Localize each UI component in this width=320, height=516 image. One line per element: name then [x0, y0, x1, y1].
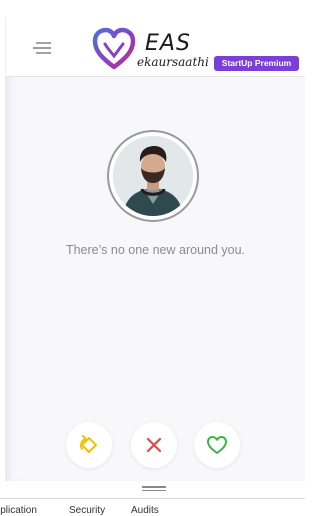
app-viewport: EAS ekaursaathi StartUp Premium There’s …	[5, 18, 305, 481]
logo-heart-icon	[92, 27, 136, 70]
rewind-button[interactable]	[66, 422, 112, 468]
avatar-image	[113, 136, 193, 216]
logo[interactable]: EAS ekaursaathi	[92, 27, 222, 71]
close-icon	[146, 437, 162, 453]
avatar-photo	[113, 136, 193, 216]
logo-subtitle: ekaursaathi	[137, 55, 209, 69]
dislike-button[interactable]	[131, 422, 177, 468]
menu-button[interactable]	[33, 40, 53, 56]
devtools-tab-audits[interactable]: Audits	[131, 505, 159, 516]
rewind-icon	[80, 435, 97, 453]
like-button[interactable]	[194, 422, 240, 468]
profile-avatar	[107, 130, 199, 222]
hamburger-icon	[33, 42, 51, 54]
devtools-tabbar: Application Security Audits	[0, 498, 305, 516]
devtools-tab-security[interactable]: Security	[69, 505, 105, 516]
heart-icon	[207, 436, 227, 454]
premium-badge[interactable]: StartUp Premium	[214, 56, 299, 71]
empty-state-message: There’s no one new around you.	[65, 243, 246, 257]
devtools-tab-application[interactable]: Application	[0, 505, 37, 516]
header: EAS ekaursaathi StartUp Premium	[6, 18, 305, 77]
logo-title: EAS	[145, 31, 191, 56]
resize-handle[interactable]	[142, 486, 166, 492]
